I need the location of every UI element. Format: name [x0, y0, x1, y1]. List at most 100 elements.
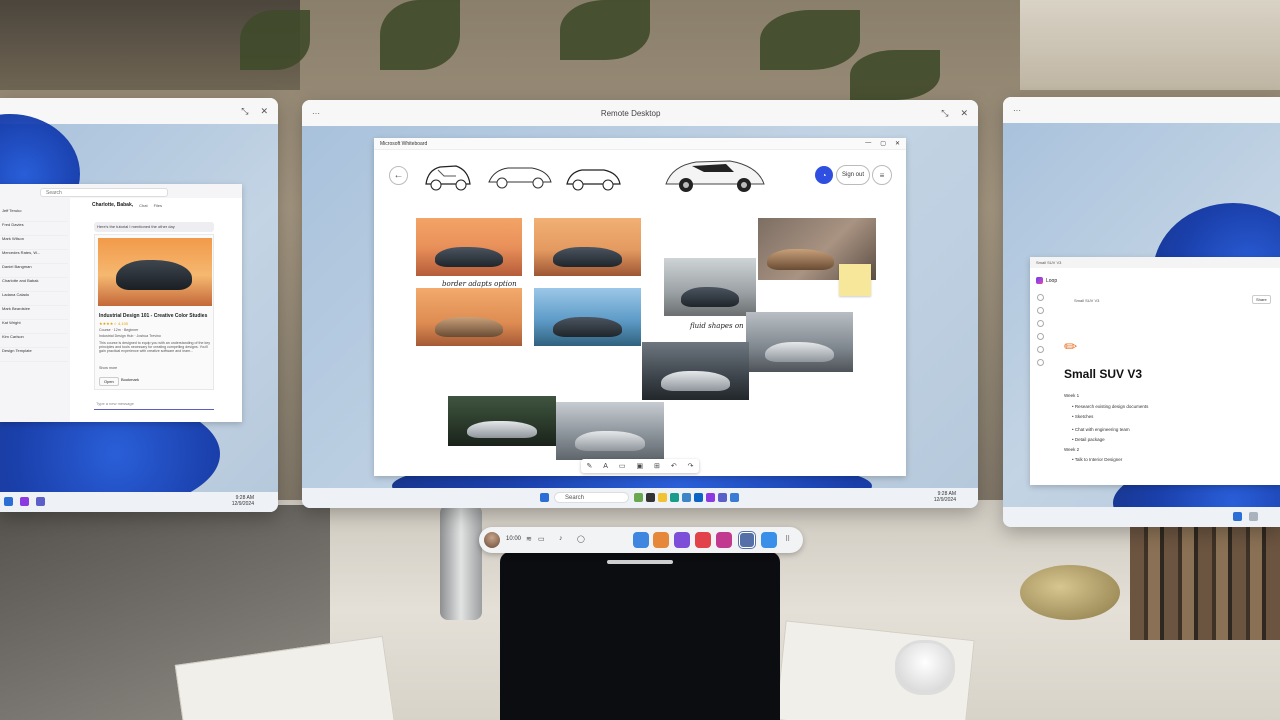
teams-app-icon[interactable] [36, 497, 45, 506]
moodboard-image[interactable] [416, 218, 522, 276]
list-item[interactable]: Charlotte and Babak [0, 278, 68, 292]
photos-icon[interactable] [716, 532, 732, 548]
list-item[interactable]: Mark Beardslee [0, 306, 68, 320]
list-item[interactable]: Kat Wright [0, 320, 68, 334]
camera-icon[interactable] [695, 532, 711, 548]
close-icon[interactable]: ✕ [260, 106, 268, 117]
grid-icon[interactable]: ⊞ [654, 462, 660, 470]
list-item[interactable]: Kim Carlson [0, 334, 68, 348]
app-icon[interactable] [1249, 512, 1258, 521]
resize-icon[interactable]: ⤡ [241, 106, 248, 117]
battery-icon[interactable]: ▭ [538, 535, 545, 543]
teams-window[interactable]: Search Jeff Teruko Fred Davies Mark Wilson… [0, 184, 242, 422]
list-item[interactable]: Daniel Bangman [0, 264, 68, 278]
workspace-icon[interactable] [1036, 346, 1044, 353]
back-arrow-icon[interactable]: ← [389, 166, 408, 185]
profile-icon[interactable]: ◔ [815, 166, 833, 184]
moodboard-image[interactable] [416, 288, 522, 346]
text-icon[interactable]: A [603, 463, 608, 470]
list-item[interactable]: Mark Wilson [0, 236, 68, 250]
bookmark-button[interactable]: Bookmark [121, 377, 139, 382]
settings-icon[interactable] [1036, 359, 1044, 366]
handwritten-caption[interactable]: border adapts option [442, 280, 517, 288]
store-icon[interactable] [653, 532, 669, 548]
moodboard-image[interactable] [642, 342, 749, 400]
sticky-note[interactable] [839, 264, 871, 296]
list-item[interactable]: • Research existing design documents [1072, 404, 1148, 409]
more-icon[interactable]: ··· [312, 109, 320, 118]
list-item[interactable]: Design Template [0, 348, 68, 362]
windows-start-icon[interactable] [1233, 512, 1242, 521]
moodboard-image[interactable] [534, 218, 641, 276]
list-item[interactable]: Mercedes Rates, W... [0, 250, 68, 264]
file-explorer-icon[interactable] [658, 493, 667, 502]
add-icon[interactable] [1036, 294, 1044, 301]
list-item[interactable]: Fred Davies [0, 222, 68, 236]
remote-desktop-app-icon[interactable] [739, 532, 755, 548]
loop-app-icon[interactable] [706, 493, 715, 502]
ideas-icon[interactable] [1036, 333, 1044, 340]
list-item[interactable]: • Detail package [1072, 437, 1105, 442]
windows-app-icon[interactable] [761, 532, 777, 548]
share-button[interactable]: Share [1252, 295, 1271, 304]
teams-app-icon[interactable] [718, 493, 727, 502]
moodboard-image[interactable] [556, 402, 664, 460]
menu-icon[interactable]: ≡ [872, 165, 892, 185]
right-remote-window[interactable]: ··· Small SUV V3 Loop Small SUV V3 Share… [1003, 97, 1280, 527]
avatar[interactable] [484, 532, 500, 548]
handwritten-caption[interactable]: fluid shapes on [690, 322, 744, 330]
breadcrumb[interactable]: Small SUV V3 [1074, 298, 1099, 303]
app-icon[interactable] [633, 532, 649, 548]
tab-files[interactable]: Files [154, 203, 162, 208]
notification-bell-icon[interactable]: ♪ [559, 535, 563, 542]
moodboard-image[interactable] [746, 312, 853, 372]
pen-icon[interactable]: ✎ [586, 462, 592, 470]
remote-desktop-window[interactable]: ··· Remote Desktop ⤡ ✕ Microsoft Whitebo… [302, 100, 978, 508]
undo-icon[interactable]: ↶ [671, 462, 677, 470]
taskbar-search[interactable]: Search [554, 492, 629, 503]
whiteboard-app-icon[interactable] [730, 493, 739, 502]
loop-window[interactable]: Small SUV V3 Loop Small SUV V3 Share ✏ S… [1030, 257, 1280, 485]
windows-start-icon[interactable] [540, 493, 549, 502]
minimize-icon[interactable]: — [865, 140, 871, 147]
tab-chat[interactable]: Chat [139, 203, 147, 208]
loop-app-icon[interactable] [20, 497, 29, 506]
show-more-link[interactable]: Show more [99, 366, 211, 370]
wifi-icon[interactable]: ≋ [526, 535, 532, 543]
course-card[interactable]: Industrial Design 101 - Creative Color S… [94, 234, 214, 390]
list-item[interactable]: Ladana Calado [0, 292, 68, 306]
close-icon[interactable]: ✕ [960, 108, 968, 119]
search-input[interactable]: Search [40, 188, 168, 197]
edge-icon[interactable] [670, 493, 679, 502]
more-icon[interactable]: ··· [1013, 106, 1021, 115]
car-sketch[interactable] [422, 158, 474, 194]
image-icon[interactable]: ▣ [636, 462, 643, 470]
whiteboard-window[interactable]: Microsoft Whiteboard — ▢ ✕ ← ◔ Sign out … [374, 138, 906, 476]
windows-start-icon[interactable] [4, 497, 13, 506]
sign-out-button[interactable]: Sign out [836, 165, 870, 185]
vr-headset-icon[interactable]: ◯ [577, 535, 585, 543]
outlook-icon[interactable] [694, 493, 703, 502]
app-grid-icon[interactable]: ⠿ [785, 535, 790, 543]
store-icon[interactable] [682, 493, 691, 502]
car-sketch[interactable] [564, 162, 622, 192]
close-icon[interactable]: ✕ [895, 140, 900, 147]
compose-input[interactable]: Type a new message [94, 401, 214, 410]
moodboard-image[interactable] [534, 288, 641, 346]
people-icon[interactable] [674, 532, 690, 548]
moodboard-image[interactable] [664, 258, 756, 316]
shape-icon[interactable]: ▭ [619, 462, 626, 470]
list-item[interactable]: • Sketches [1072, 414, 1093, 419]
car-sketch[interactable] [486, 162, 554, 190]
list-item[interactable]: • Chat with engineering team [1072, 427, 1130, 432]
list-item[interactable]: • Talk to Interior Designer [1072, 457, 1122, 462]
open-button[interactable]: Open [99, 377, 119, 386]
moodboard-image[interactable] [448, 396, 556, 446]
resize-icon[interactable]: ⤡ [941, 108, 948, 119]
task-view-icon[interactable] [646, 493, 655, 502]
maximize-icon[interactable]: ▢ [880, 140, 886, 147]
app-icon[interactable] [634, 493, 643, 502]
list-item[interactable]: Jeff Teruko [0, 208, 68, 222]
home-icon[interactable] [1036, 307, 1044, 314]
car-render[interactable] [662, 154, 768, 196]
